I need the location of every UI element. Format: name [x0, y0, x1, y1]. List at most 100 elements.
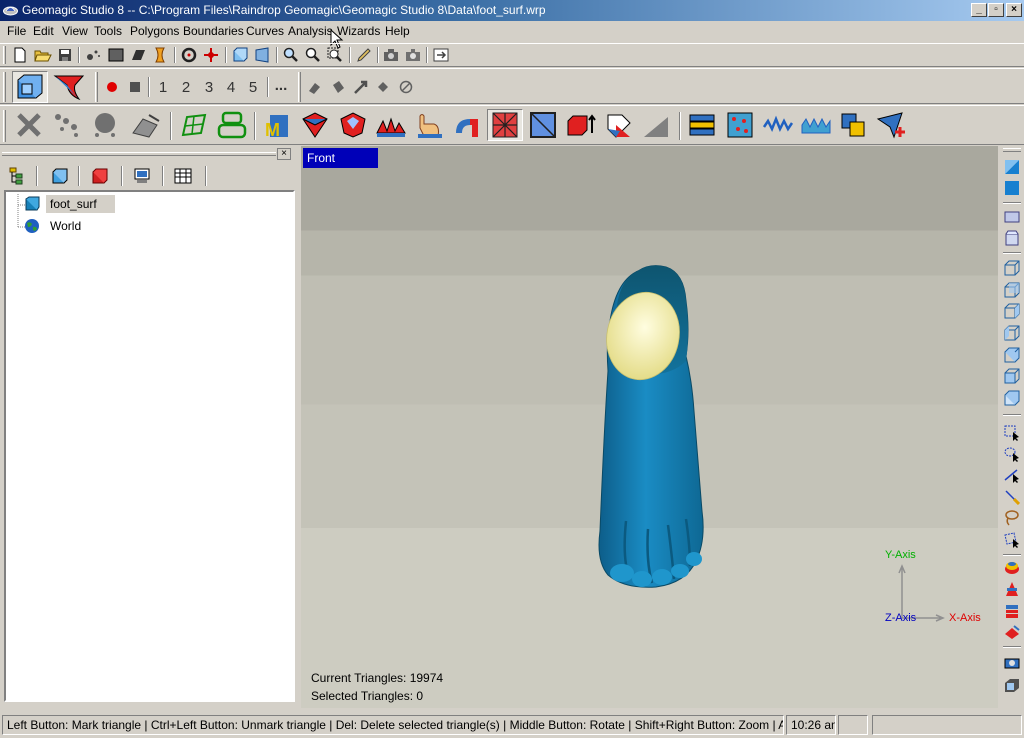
panel-close-button[interactable]: ×	[277, 148, 291, 160]
mesh-points-icon[interactable]	[722, 109, 758, 141]
paint-brush-select-icon[interactable]	[1003, 488, 1021, 506]
menu-file[interactable]: File	[7, 24, 26, 38]
grid-coord-icon[interactable]	[176, 109, 212, 141]
hand-pointer-icon[interactable]	[411, 109, 447, 141]
scatter-points-icon[interactable]	[84, 46, 104, 64]
relax-icon[interactable]	[297, 109, 333, 141]
spike-icon[interactable]	[373, 109, 409, 141]
3d-viewport[interactable]: Front Current Triangles: 19974 Selected …	[301, 146, 998, 708]
menu-curves[interactable]: Curves	[246, 24, 284, 38]
eraser-icon[interactable]	[328, 77, 348, 97]
menu-help[interactable]: Help	[385, 24, 410, 38]
polyline-select-icon[interactable]	[1003, 531, 1021, 549]
preset-1-button[interactable]: 1	[153, 77, 173, 97]
ellipse-select-icon[interactable]	[1003, 445, 1021, 463]
maximize-button[interactable]: ▫	[988, 3, 1004, 17]
rotate-icon[interactable]	[179, 46, 199, 64]
wrap-icon[interactable]	[126, 109, 166, 141]
menu-tools[interactable]: Tools	[94, 24, 122, 38]
exit-icon[interactable]	[431, 46, 451, 64]
box-view-icon[interactable]	[1003, 229, 1021, 247]
fill-holes-icon[interactable]	[214, 109, 250, 141]
shaded-solid-icon[interactable]	[128, 46, 148, 64]
solid-cube-icon[interactable]	[1003, 179, 1021, 197]
record-icon[interactable]	[102, 77, 122, 97]
decimate-icon[interactable]	[525, 109, 561, 141]
menu-boundaries[interactable]: Boundaries	[183, 24, 244, 38]
lasso-select-icon[interactable]	[1003, 509, 1021, 527]
view-iso-icon[interactable]	[1003, 389, 1021, 407]
view-front-icon[interactable]	[1003, 259, 1021, 277]
menu-edit[interactable]: Edit	[33, 24, 54, 38]
plane-view-icon[interactable]	[1003, 208, 1021, 226]
center-target-icon[interactable]	[201, 46, 221, 64]
tree-item-foot-surf[interactable]: foot_surf	[24, 194, 115, 214]
open-folder-icon[interactable]	[33, 46, 53, 64]
view-right-icon[interactable]	[1003, 324, 1021, 342]
line-select-icon[interactable]	[1003, 466, 1021, 484]
select-through-cube-icon[interactable]	[12, 71, 48, 103]
vase-icon[interactable]	[150, 46, 170, 64]
perspective-icon[interactable]	[252, 46, 272, 64]
foot-mesh-model[interactable]	[586, 261, 726, 596]
zoom-icon[interactable]	[303, 46, 323, 64]
tree-item-world[interactable]: World	[24, 216, 85, 236]
preset-4-button[interactable]: 4	[221, 77, 241, 97]
minimize-button[interactable]: _	[971, 3, 987, 17]
flat-shade-icon[interactable]	[106, 46, 126, 64]
preset-2-button[interactable]: 2	[176, 77, 196, 97]
menu-polygons[interactable]: Polygons	[130, 24, 179, 38]
bridge-curve-icon[interactable]	[449, 109, 485, 141]
subdivide-icon[interactable]	[487, 109, 523, 141]
new-file-icon[interactable]	[11, 46, 29, 64]
boolean-cubes-icon[interactable]	[836, 109, 872, 141]
panel-grip[interactable]	[2, 152, 276, 156]
sharpen-icon[interactable]	[335, 109, 371, 141]
close-button[interactable]: ×	[1006, 3, 1022, 17]
smooth-wave-icon[interactable]	[760, 109, 796, 141]
select-visible-icon[interactable]	[1003, 558, 1021, 576]
camera-icon[interactable]	[381, 46, 401, 64]
zoom-in-icon[interactable]	[281, 46, 301, 64]
view-bottom-icon[interactable]	[1003, 367, 1021, 385]
cube-tab[interactable]	[48, 165, 72, 187]
zoom-window-icon[interactable]	[325, 46, 345, 64]
lasso-shape-icon[interactable]	[51, 71, 87, 103]
preset-5-button[interactable]: 5	[243, 77, 263, 97]
cancel-circle-icon[interactable]	[396, 77, 416, 97]
noise-reduction-icon[interactable]	[50, 109, 84, 141]
red-cube-tab[interactable]	[88, 165, 112, 187]
more-presets-button[interactable]: ...	[271, 75, 291, 95]
menu-analysis[interactable]: Analysis	[288, 24, 333, 38]
rect-select-icon[interactable]	[1003, 424, 1021, 442]
pencil-icon[interactable]	[354, 46, 374, 64]
view-left-icon[interactable]	[1003, 302, 1021, 320]
menu-view[interactable]: View	[62, 24, 88, 38]
delete-x-icon[interactable]	[12, 109, 46, 141]
select-layers-icon[interactable]	[1003, 602, 1021, 620]
diamond-point-icon[interactable]	[373, 77, 393, 97]
layers-icon[interactable]	[684, 109, 720, 141]
view-top-icon[interactable]	[1003, 346, 1021, 364]
fairing-icon[interactable]	[798, 109, 834, 141]
select-manifold-icon[interactable]	[1003, 623, 1021, 641]
sample-points-icon[interactable]	[88, 109, 122, 141]
add-feature-icon[interactable]	[874, 109, 910, 141]
brush-icon[interactable]	[305, 77, 325, 97]
select-through-icon[interactable]	[1003, 580, 1021, 598]
manifold-icon[interactable]: M	[259, 109, 295, 141]
snapshot-icon[interactable]	[403, 46, 423, 64]
shaded-view-icon[interactable]	[1003, 158, 1021, 176]
model-manager-tab[interactable]	[6, 165, 30, 187]
preset-3-button[interactable]: 3	[199, 77, 219, 97]
stop-icon[interactable]	[125, 77, 145, 97]
render-icon[interactable]	[1003, 654, 1021, 672]
lights-icon[interactable]	[1003, 676, 1021, 694]
extrude-icon[interactable]	[563, 109, 599, 141]
save-icon[interactable]	[56, 46, 74, 64]
offset-icon[interactable]	[639, 109, 675, 141]
geomagic-app-icon[interactable]	[3, 3, 18, 18]
view-back-icon[interactable]	[1003, 281, 1021, 299]
cut-plane-icon[interactable]	[601, 109, 637, 141]
grid-tab[interactable]	[171, 165, 195, 187]
